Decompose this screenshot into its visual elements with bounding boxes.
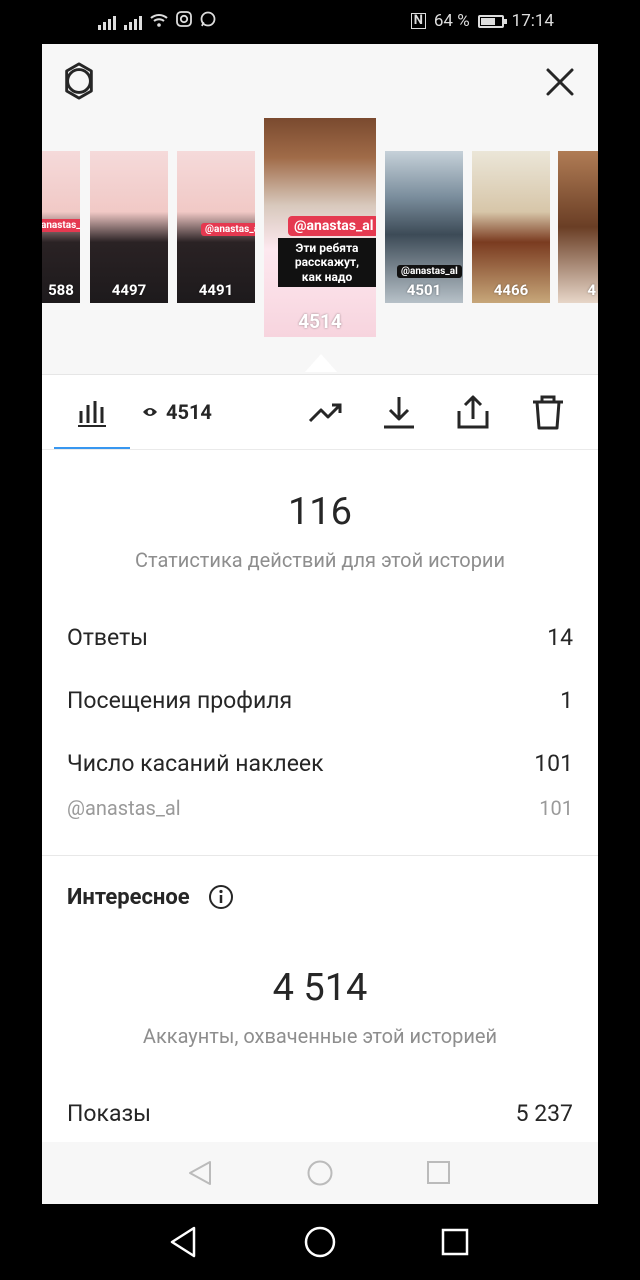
nfc-icon: N (410, 13, 426, 29)
battery-percent: 64 % (433, 11, 470, 31)
system-navigation-bar (0, 1204, 640, 1280)
story-caption-line: расскажут, как надо (294, 255, 360, 284)
story-caption: Эти ребята расскажут, как надо (278, 238, 376, 288)
trash-icon[interactable] (528, 393, 568, 433)
story-strip: @anastas_al 588 4497 @anastas_al 4491 @a… (42, 44, 598, 374)
mention-sticker: @anastas_al (201, 223, 255, 236)
actions-caption: Статистика действий для этой истории (134, 548, 506, 572)
story-toolbar: 4514 (42, 374, 598, 450)
signal-icon (98, 14, 116, 30)
instagram-notification-icon (176, 11, 192, 32)
story-view-count: 4501 (406, 281, 442, 299)
sticker-mention-row[interactable]: @anastas_al 101 (67, 796, 573, 820)
story-view-count: 4491 (198, 281, 234, 299)
wifi-icon (150, 12, 168, 31)
battery-fill (480, 17, 495, 25)
status-right: N 64 % 17:14 (410, 11, 554, 31)
views-count[interactable]: 4514 (142, 400, 212, 424)
story-view-count: 4514 (298, 310, 342, 333)
status-bar: N 64 % 17:14 (42, 0, 598, 44)
story-thumbnail-selected[interactable]: @anastas_al Эти ребята расскажут, как на… (264, 118, 376, 337)
reach-caption: Аккаунты, охваченные этой историей (142, 1024, 498, 1048)
back-icon[interactable] (170, 1226, 196, 1258)
story-caption-line: Эти ребята (295, 241, 359, 255)
story-thumbnail[interactable]: 4497 (90, 151, 168, 303)
battery-icon (477, 14, 507, 28)
status-left (98, 11, 216, 32)
row-label: @anastas_al (67, 796, 181, 820)
home-icon[interactable] (304, 1226, 336, 1258)
story-thumbnail[interactable]: @anastas_al 4491 (177, 151, 255, 303)
story-view-count: 588 (48, 281, 74, 299)
row-label: Ответы (67, 624, 149, 651)
story-thumbnail[interactable]: @anastas_al 4501 (385, 151, 463, 303)
discovery-title: Интересное (67, 884, 234, 910)
row-label: Посещения профиля (67, 687, 293, 714)
sticker-taps-row: Число касаний наклеек 101 (67, 750, 573, 777)
views-count-value: 4514 (166, 400, 212, 424)
mention-sticker: @anastas_al (42, 219, 80, 232)
active-tab-underline (54, 447, 130, 449)
story-view-count: 4466 (493, 281, 529, 299)
story-view-count: 4 (587, 281, 596, 299)
row-value: 14 (547, 624, 573, 651)
row-value: 1 (560, 687, 573, 714)
clock: 17:14 (511, 11, 554, 31)
info-icon[interactable] (208, 884, 234, 910)
back-icon[interactable] (189, 1161, 211, 1185)
share-icon[interactable] (453, 393, 493, 433)
recents-icon[interactable] (427, 1161, 450, 1184)
mention-sticker: @anastas_al (397, 265, 462, 278)
replies-row: Ответы 14 (67, 624, 573, 651)
story-view-count: 4497 (111, 281, 147, 299)
row-value: 5 237 (515, 1100, 573, 1127)
signal-icon (124, 14, 142, 30)
actions-total: 116 (287, 490, 353, 534)
reach-count: 4 514 (272, 966, 368, 1010)
discovery-title-text: Интересное (67, 884, 190, 910)
mention-sticker: @anastas_al (288, 216, 376, 236)
recents-icon[interactable] (441, 1228, 469, 1256)
trend-up-icon[interactable] (306, 393, 346, 433)
bar-chart-icon[interactable] (72, 393, 112, 433)
row-label: Показы (67, 1100, 152, 1127)
story-insights-screen: N 64 % 17:14 @anastas_al 588 4497 @anast… (42, 0, 598, 1204)
inner-navigation-bar (42, 1142, 598, 1204)
selected-story-pointer (305, 354, 337, 372)
story-thumbnail[interactable]: 4466 (472, 151, 550, 303)
profile-visits-row: Посещения профиля 1 (67, 687, 573, 714)
close-icon[interactable] (544, 66, 576, 98)
row-value: 101 (539, 796, 573, 820)
gear-icon[interactable] (60, 62, 98, 100)
download-icon[interactable] (379, 393, 419, 433)
section-divider (42, 855, 598, 856)
home-icon[interactable] (307, 1160, 333, 1186)
impressions-row: Показы 5 237 (67, 1100, 573, 1127)
row-label: Число касаний наклеек (67, 750, 324, 777)
row-value: 101 (534, 750, 573, 777)
story-thumbnail[interactable]: @anastas_al 588 (42, 151, 80, 303)
story-thumbnail[interactable]: 4 (558, 151, 598, 303)
whatsapp-notification-icon (200, 11, 216, 32)
eye-icon (143, 408, 157, 416)
